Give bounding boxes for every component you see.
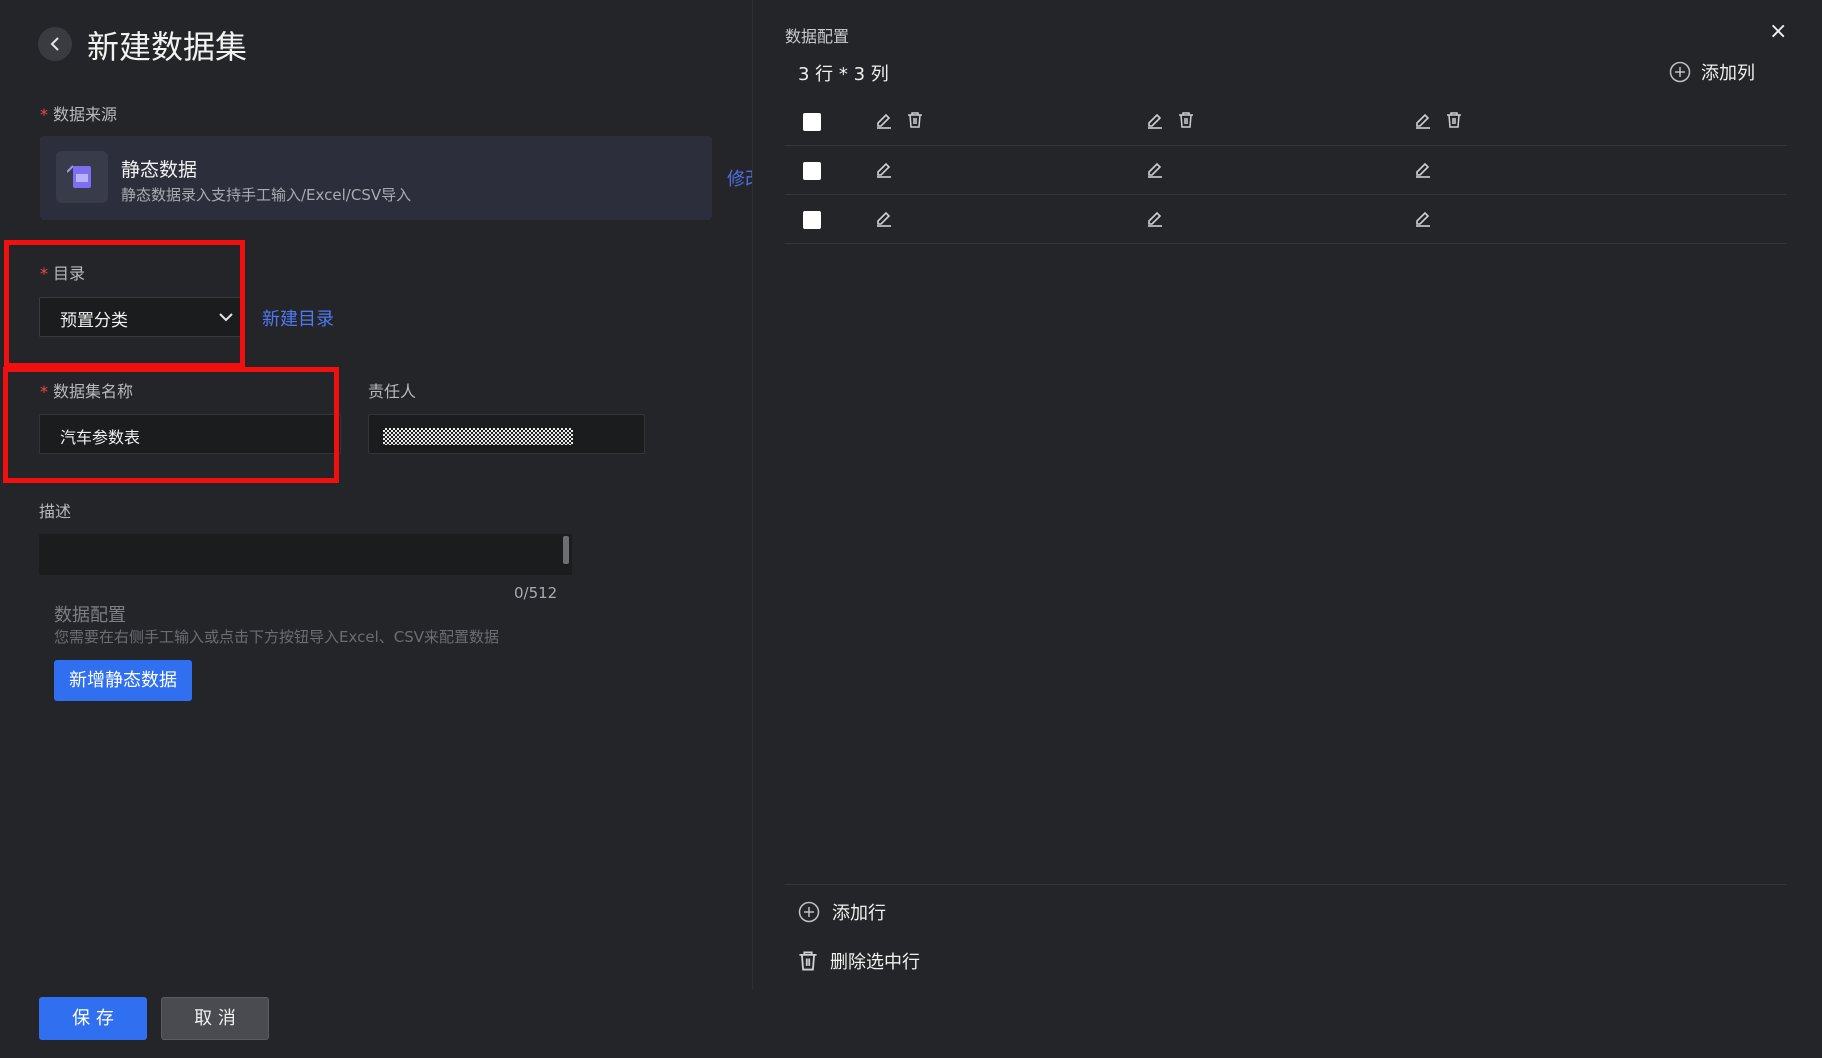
edit-icon[interactable] [875,209,893,227]
cancel-button[interactable]: 取 消 [161,997,269,1040]
plus-circle-icon [798,901,820,923]
edit-icon[interactable] [1414,111,1432,129]
add-column-button[interactable]: 添加列 [1669,59,1755,85]
owner-label: 责任人 [368,382,417,401]
trash-icon[interactable] [1178,111,1194,129]
modify-source-link[interactable]: 修改 [727,165,752,191]
data-config-panel: 数据配置 × 3 行 * 3 列 添加列 添加行 删除选中行 [753,0,1822,1058]
row-checkbox[interactable] [803,162,821,180]
row-checkbox[interactable] [803,113,821,131]
source-desc: 静态数据录入支持手工输入/Excel/CSV导入 [121,186,412,204]
table-header-row [785,97,1787,146]
highlight-box-dataset-name [3,367,339,483]
config-title: 数据配置 [54,605,126,626]
edit-icon[interactable] [875,111,893,129]
add-static-data-button[interactable]: 新增静态数据 [54,660,192,701]
source-label: * 数据来源 [40,105,118,124]
add-column-label: 添加列 [1701,63,1755,84]
edit-icon[interactable] [875,160,893,178]
owner-input[interactable] [368,414,645,454]
panel-title: 数据配置 [785,27,850,46]
edit-icon[interactable] [1414,209,1432,227]
edit-icon[interactable] [1146,111,1164,129]
trash-icon[interactable] [1446,111,1462,129]
column-2-actions [1146,111,1194,129]
source-name: 静态数据 [121,159,198,181]
table-row [785,146,1787,195]
trash-icon [799,951,817,971]
trash-icon[interactable] [907,111,923,129]
actions-divider [785,884,1787,885]
page-title: 新建数据集 [87,28,248,66]
source-card: 静态数据 静态数据录入支持手工输入/Excel/CSV导入 [40,136,712,220]
description-label: 描述 [39,502,72,521]
static-data-icon [56,151,108,203]
highlight-box-catalog [4,240,245,368]
add-row-label: 添加行 [832,903,886,924]
delete-selected-rows-button[interactable]: 删除选中行 [798,948,920,974]
required-mark: * [40,105,48,124]
table-row [785,195,1787,244]
column-3-actions [1414,111,1462,129]
char-counter: 0/512 [514,584,558,602]
config-desc: 您需要在右侧手工输入或点击下方按钮导入Excel、CSV来配置数据 [54,628,499,646]
new-catalog-link[interactable]: 新建目录 [262,305,334,331]
row-checkbox[interactable] [803,211,821,229]
save-button[interactable]: 保 存 [39,997,147,1040]
redacted-owner [383,428,573,445]
table-dimensions: 3 行 * 3 列 [798,64,889,85]
add-row-button[interactable]: 添加行 [798,899,886,925]
edit-icon[interactable] [1414,160,1432,178]
data-table [785,97,1787,244]
edit-icon[interactable] [1146,209,1164,227]
textarea-scrollbar[interactable] [563,536,569,564]
delete-selected-rows-label: 删除选中行 [830,952,920,973]
plus-circle-icon [1669,61,1691,83]
description-textarea[interactable] [39,534,572,575]
close-icon[interactable]: × [1769,19,1787,44]
edit-icon[interactable] [1146,160,1164,178]
chevron-left-icon [50,37,59,51]
dataset-form: 新建数据集 * 数据来源 静态数据 静态数据录入支持手工输入/Excel/CSV导… [0,0,752,1058]
column-1-actions [875,111,923,129]
back-button[interactable] [38,27,72,61]
